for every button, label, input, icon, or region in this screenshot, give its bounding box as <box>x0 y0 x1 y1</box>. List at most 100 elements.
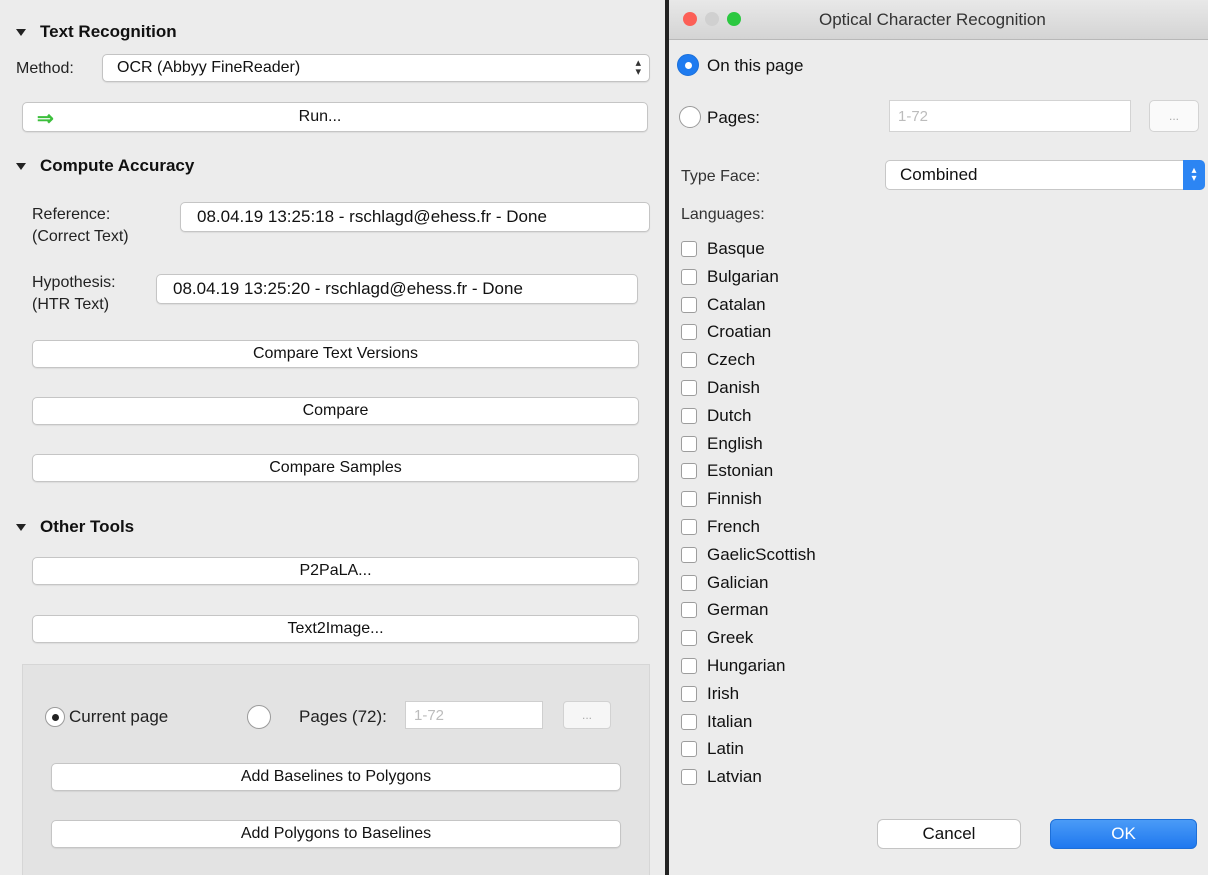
language-label: German <box>707 600 769 620</box>
language-label: Hungarian <box>707 656 786 675</box>
language-option[interactable]: Bulgarian <box>681 266 779 288</box>
languages-label: Languages: <box>681 206 765 223</box>
language-option[interactable]: Croatian <box>681 321 771 343</box>
compute-accuracy-header[interactable]: Compute Accuracy <box>16 156 194 176</box>
language-checkbox[interactable] <box>681 435 697 452</box>
language-checkbox[interactable] <box>681 380 697 396</box>
other-tools-header[interactable]: Other Tools <box>16 517 134 537</box>
minimize-icon[interactable] <box>705 12 719 26</box>
language-label: Latin <box>707 739 744 759</box>
language-checkbox[interactable] <box>681 268 697 285</box>
language-checkbox[interactable] <box>681 324 697 341</box>
language-label: Italian <box>707 711 753 731</box>
language-label: English <box>707 433 763 453</box>
language-label: Croatian <box>707 322 772 342</box>
hypothesis-version-field[interactable]: 08.04.19 13:25:20 - rschlagd@ehess.fr - … <box>156 274 638 304</box>
language-checkbox[interactable] <box>681 658 697 674</box>
current-page-radio[interactable] <box>45 707 65 727</box>
reference-label: Reference: <box>32 206 111 223</box>
language-checkbox[interactable] <box>681 463 697 480</box>
language-checkbox[interactable] <box>681 296 697 313</box>
language-option[interactable]: Irish <box>681 683 739 705</box>
disclosure-triangle-icon[interactable] <box>16 162 26 170</box>
language-option[interactable]: GaelicScottish <box>681 544 816 566</box>
method-select[interactable]: OCR (Abbyy FineReader) ▴ ▾ <box>102 54 650 82</box>
text2image-button[interactable]: Text2Image... <box>32 615 639 643</box>
language-option[interactable]: German <box>681 599 768 621</box>
language-label: Estonian <box>707 461 774 481</box>
language-option[interactable]: Dutch <box>681 405 751 427</box>
type-face-select[interactable]: Combined ▴ ▾ <box>885 160 1205 190</box>
language-option[interactable]: Greek <box>681 627 753 649</box>
language-checkbox[interactable] <box>681 352 697 369</box>
language-checkbox[interactable] <box>681 769 697 786</box>
compare-button[interactable]: Compare <box>32 397 639 425</box>
disclosure-triangle-icon[interactable] <box>16 28 26 36</box>
ok-button[interactable]: OK <box>1050 819 1197 849</box>
language-option[interactable]: Finnish <box>681 488 762 510</box>
language-checkbox[interactable] <box>681 741 697 758</box>
left-panel: Text Recognition Method: OCR (Abbyy Fine… <box>0 0 665 875</box>
pages-picker-button[interactable]: ... <box>1149 100 1199 132</box>
language-checkbox[interactable] <box>681 241 697 257</box>
language-label: Czech <box>707 350 756 370</box>
compare-samples-button[interactable]: Compare Samples <box>32 454 639 482</box>
language-option[interactable]: English <box>681 433 763 455</box>
reference-version-field[interactable]: 08.04.19 13:25:18 - rschlagd@ehess.fr - … <box>180 202 650 232</box>
language-option[interactable]: Estonian <box>681 460 773 482</box>
updown-chevron-icon: ▴ ▾ <box>635 57 641 78</box>
pages-range-input[interactable]: 1-72 <box>405 701 543 729</box>
language-checkbox[interactable] <box>681 574 697 591</box>
language-label: Catalan <box>707 294 766 314</box>
language-label: GaelicScottish <box>707 544 816 564</box>
pages-range-input[interactable]: 1-72 <box>889 100 1131 132</box>
cancel-button[interactable]: Cancel <box>877 819 1021 849</box>
text-recognition-header[interactable]: Text Recognition <box>16 22 177 42</box>
hypothesis-sublabel: (HTR Text) <box>32 296 110 313</box>
language-checkbox[interactable] <box>681 630 697 647</box>
ocr-dialog: Optical Character Recognition On this pa… <box>669 0 1208 875</box>
language-option[interactable]: French <box>681 516 760 538</box>
p2pala-button[interactable]: P2PaLA... <box>32 557 639 585</box>
pages-picker-button[interactable]: ... <box>563 701 611 729</box>
run-button[interactable]: ⇒ Run... <box>22 102 648 132</box>
hypothesis-label: Hypothesis: <box>32 274 116 291</box>
language-label: Irish <box>707 683 740 703</box>
language-option[interactable]: Galician <box>681 572 768 594</box>
type-face-label: Type Face: <box>681 168 761 185</box>
language-checkbox[interactable] <box>681 713 697 730</box>
language-checkbox[interactable] <box>681 407 697 424</box>
language-option[interactable]: Czech <box>681 349 755 371</box>
language-checkbox[interactable] <box>681 602 697 619</box>
compare-text-versions-button[interactable]: Compare Text Versions <box>32 340 639 368</box>
language-label: French <box>707 517 760 536</box>
zoom-icon[interactable] <box>727 12 741 26</box>
language-checkbox[interactable] <box>681 685 697 702</box>
language-label: Bulgarian <box>707 266 779 286</box>
language-checkbox[interactable] <box>681 546 697 563</box>
disclosure-triangle-icon[interactable] <box>16 523 26 531</box>
pages-label: Pages: <box>707 108 760 127</box>
close-icon[interactable] <box>683 12 697 26</box>
language-option[interactable]: Latin <box>681 738 744 760</box>
language-option[interactable]: Italian <box>681 711 752 733</box>
add-baselines-to-polygons-button[interactable]: Add Baselines to Polygons <box>51 763 621 791</box>
pages-radio[interactable] <box>247 705 271 729</box>
language-label: Galician <box>707 572 769 592</box>
language-label: Basque <box>707 239 765 258</box>
green-arrow-icon: ⇒ <box>37 108 54 130</box>
language-option[interactable]: Danish <box>681 377 760 399</box>
method-label: Method: <box>16 60 74 77</box>
on-this-page-radio[interactable] <box>677 54 699 76</box>
reference-sublabel: (Correct Text) <box>32 228 129 245</box>
language-option[interactable]: Hungarian <box>681 655 785 677</box>
pages-radio[interactable] <box>679 106 701 128</box>
language-option[interactable]: Catalan <box>681 294 766 316</box>
language-checkbox[interactable] <box>681 491 697 508</box>
add-polygons-to-baselines-button[interactable]: Add Polygons to Baselines <box>51 820 621 848</box>
dialog-title: Optical Character Recognition <box>819 10 1046 29</box>
language-checkbox[interactable] <box>681 519 697 535</box>
language-option[interactable]: Latvian <box>681 766 762 788</box>
language-label: Greek <box>707 628 754 648</box>
language-option[interactable]: Basque <box>681 238 765 260</box>
